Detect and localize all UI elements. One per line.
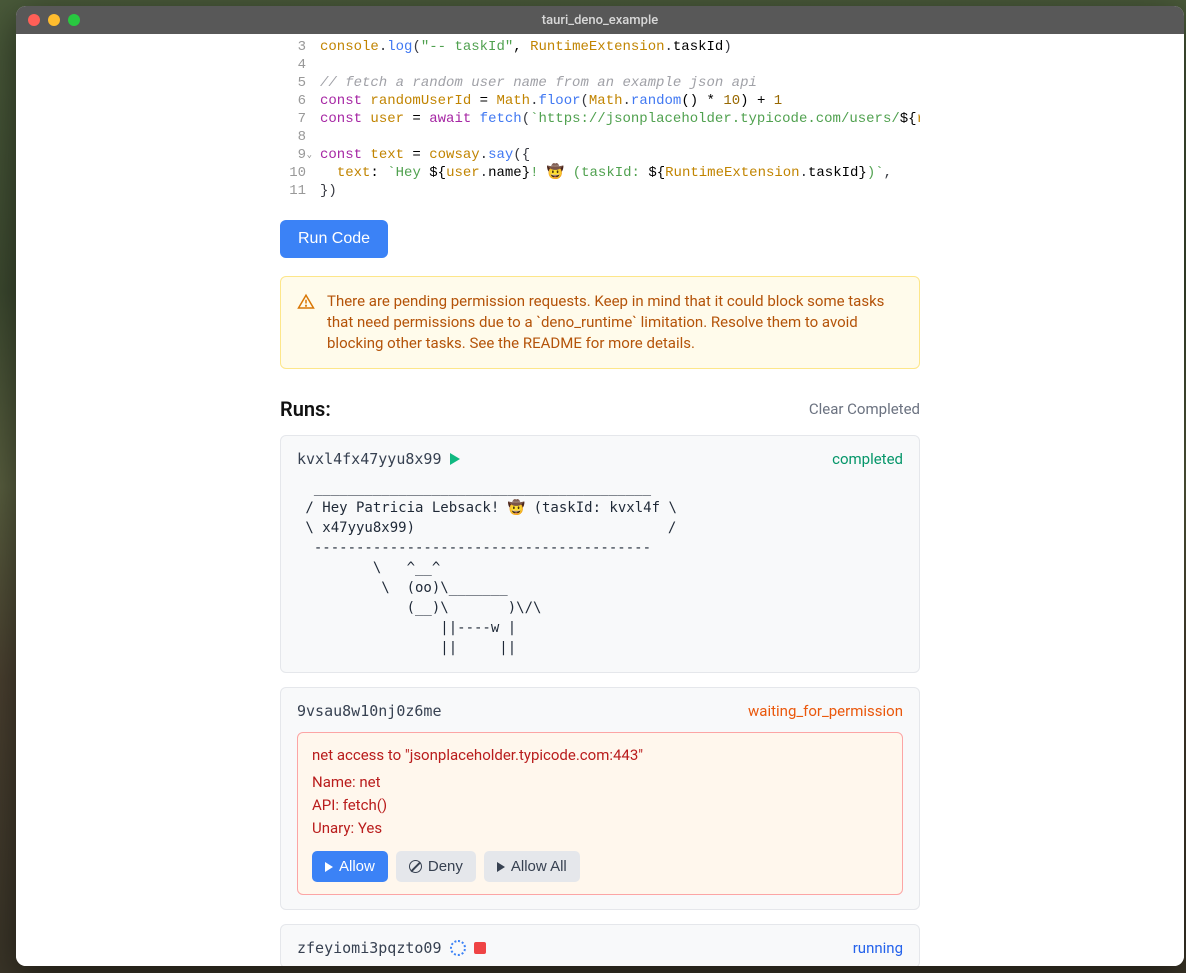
runs-header: Runs: Clear Completed — [280, 397, 920, 421]
allow-all-button[interactable]: Allow All — [484, 851, 580, 882]
close-icon[interactable] — [28, 14, 40, 26]
play-icon — [325, 862, 333, 872]
deny-button[interactable]: Deny — [396, 851, 476, 882]
run-card: kvxl4fx47yyu8x99 completed _____________… — [280, 435, 920, 673]
run-status: completed — [832, 450, 903, 468]
runs-title: Runs: — [280, 397, 331, 421]
permission-name: Name: net — [312, 772, 888, 793]
permission-request: net access to "jsonplaceholder.typicode.… — [297, 732, 903, 895]
permission-title: net access to "jsonplaceholder.typicode.… — [312, 745, 888, 766]
run-code-button[interactable]: Run Code — [280, 220, 388, 258]
play-icon[interactable] — [450, 453, 460, 465]
code-body[interactable]: console.log("-- taskId", RuntimeExtensio… — [314, 34, 920, 204]
play-icon — [497, 862, 505, 872]
alert-text: There are pending permission requests. K… — [327, 291, 903, 354]
warning-icon — [297, 293, 315, 354]
run-status: running — [853, 939, 903, 957]
run-id-text: kvxl4fx47yyu8x99 — [297, 450, 442, 468]
deny-label: Deny — [428, 858, 463, 875]
allow-label: Allow — [339, 858, 375, 875]
allow-button[interactable]: Allow — [312, 851, 388, 882]
run-id: kvxl4fx47yyu8x99 — [297, 450, 460, 468]
deny-icon — [409, 860, 422, 873]
stop-icon[interactable] — [474, 942, 486, 954]
content-area: 3456789⌄1011 console.log("-- taskId", Ru… — [16, 34, 1184, 966]
run-id: 9vsau8w10nj0z6me — [297, 702, 442, 720]
run-card: zfeyiomi3pqzto09 running — [280, 924, 920, 966]
run-status: waiting_for_permission — [748, 702, 903, 720]
permission-alert: There are pending permission requests. K… — [280, 276, 920, 369]
spinner-icon — [450, 940, 466, 956]
titlebar[interactable]: tauri_deno_example — [16, 6, 1184, 34]
app-window: tauri_deno_example 3456789⌄1011 console.… — [16, 6, 1184, 966]
line-gutter: 3456789⌄1011 — [280, 34, 314, 204]
run-id: zfeyiomi3pqzto09 — [297, 939, 486, 957]
permission-unary: Unary: Yes — [312, 818, 888, 839]
run-id-text: zfeyiomi3pqzto09 — [297, 939, 442, 957]
run-id-text: 9vsau8w10nj0z6me — [297, 702, 442, 720]
run-output: ________________________________________… — [297, 478, 903, 658]
maximize-icon[interactable] — [68, 14, 80, 26]
code-editor[interactable]: 3456789⌄1011 console.log("-- taskId", Ru… — [280, 34, 920, 204]
permission-api: API: fetch() — [312, 795, 888, 816]
clear-completed-link[interactable]: Clear Completed — [809, 400, 920, 418]
run-card: 9vsau8w10nj0z6me waiting_for_permission … — [280, 687, 920, 910]
traffic-lights — [16, 14, 80, 26]
minimize-icon[interactable] — [48, 14, 60, 26]
allow-all-label: Allow All — [511, 858, 567, 875]
window-title: tauri_deno_example — [16, 13, 1184, 28]
